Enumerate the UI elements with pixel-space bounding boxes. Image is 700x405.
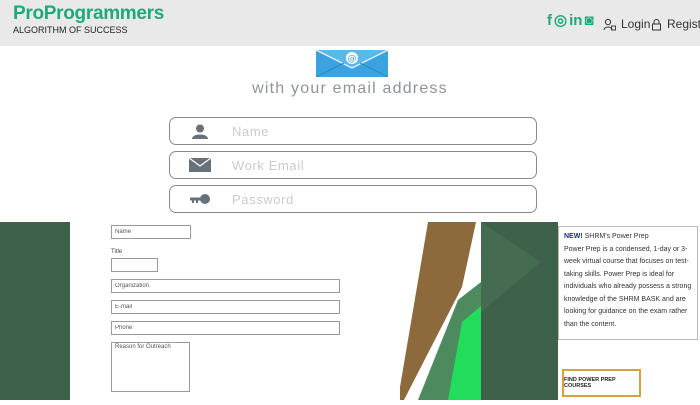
envelope-at-icon: @ [316, 50, 388, 77]
promo-heading: SHRM's Power Prep [582, 233, 649, 240]
password-field[interactable] [169, 185, 537, 213]
form-name-input[interactable] [111, 225, 191, 239]
contact-form: Title Reason for Outreach [111, 222, 411, 400]
register-label: Register [667, 17, 700, 31]
whatsapp-icon[interactable]: ◙ [584, 13, 593, 29]
sidebar-decoration [481, 222, 558, 400]
green-sidebar-panel [481, 222, 558, 400]
facebook-icon[interactable]: f [547, 13, 552, 29]
promo-title: NEW! SHRM's Power Prep [564, 231, 692, 244]
user-icon [170, 124, 230, 139]
name-field[interactable] [169, 117, 537, 145]
login-link[interactable]: Login [603, 17, 650, 31]
decorative-shapes [400, 222, 481, 400]
work-email-input[interactable] [230, 156, 514, 174]
signup-heading: with your email address [252, 80, 448, 97]
new-badge: NEW! [564, 233, 583, 240]
work-email-field[interactable] [169, 151, 537, 179]
password-input[interactable] [230, 190, 514, 208]
organization-input[interactable] [111, 279, 340, 293]
find-power-prep-button[interactable]: FIND POWER PREP COURSES [562, 369, 641, 397]
reason-textarea[interactable]: Reason for Outreach [111, 342, 190, 392]
register-link[interactable]: Register [651, 17, 700, 31]
envelope-icon [170, 158, 230, 172]
name-input[interactable] [230, 122, 514, 140]
title-input[interactable] [111, 258, 158, 272]
top-navigation-bar: ProProgrammers ALGORITHM OF SUCCESS f ◎ … [0, 0, 700, 46]
lock-icon [652, 18, 661, 30]
form-email-input[interactable] [111, 300, 340, 314]
promo-body: Power Prep is a condensed, 1-day or 3-we… [564, 245, 692, 328]
brand-logo[interactable]: ProProgrammers ALGORITHM OF SUCCESS [13, 4, 164, 36]
brand-tagline: ALGORITHM OF SUCCESS [13, 25, 128, 35]
brand-name: ProProgrammers [13, 3, 165, 24]
instagram-icon[interactable]: ◎ [554, 13, 567, 29]
green-background-panel [0, 222, 70, 400]
phone-input[interactable] [111, 321, 340, 335]
power-prep-promo-card: NEW! SHRM's Power Prep Power Prep is a c… [558, 226, 698, 340]
user-lock-icon [603, 18, 616, 30]
login-label: Login [621, 17, 651, 31]
linkedin-icon[interactable]: in [569, 13, 582, 29]
svg-text:@: @ [348, 54, 357, 64]
social-links: f ◎ in ◙ [547, 13, 594, 29]
key-icon [170, 193, 230, 205]
title-label: Title [111, 249, 123, 255]
